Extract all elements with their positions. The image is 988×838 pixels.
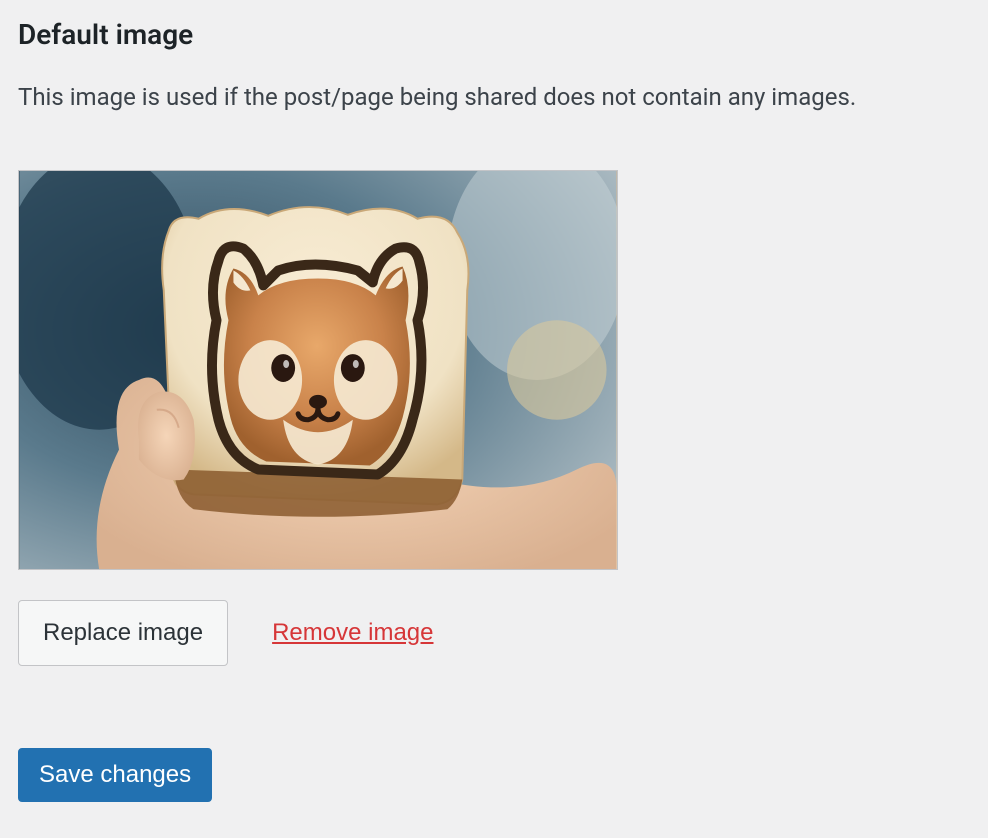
replace-image-button[interactable]: Replace image xyxy=(18,600,228,666)
remove-image-link[interactable]: Remove image xyxy=(272,621,433,645)
section-description: This image is used if the post/page bein… xyxy=(18,81,970,115)
default-image-preview xyxy=(18,170,618,570)
section-title: Default image xyxy=(18,18,970,51)
toast-photo-illustration xyxy=(19,171,617,569)
save-changes-button[interactable]: Save changes xyxy=(18,748,212,802)
image-actions-row: Replace image Remove image xyxy=(18,600,970,666)
